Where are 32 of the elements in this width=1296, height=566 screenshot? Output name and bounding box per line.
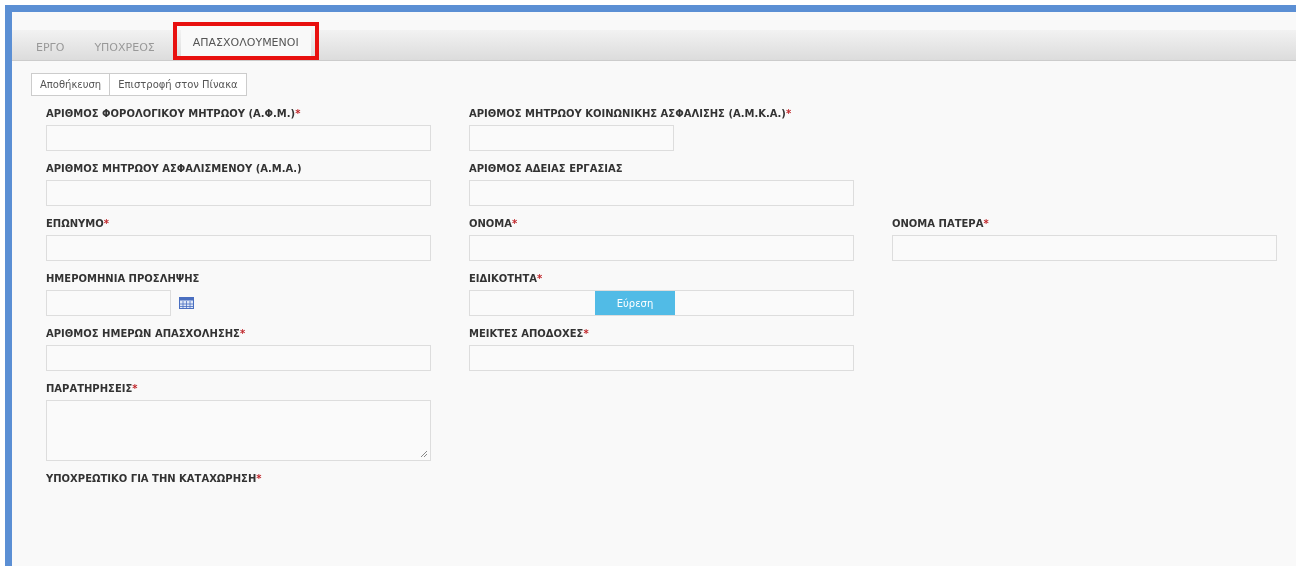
field-label: ΕΙΔΙΚΟΤΗΤΑ* <box>469 272 544 286</box>
back-button[interactable]: Επιστροφή στον Πίνακα <box>109 73 247 96</box>
tab[interactable]: ΕΡΓΟ <box>24 34 77 60</box>
input-field[interactable] <box>469 235 854 261</box>
input-field[interactable] <box>469 180 854 206</box>
field-label: ΑΡΙΘΜΟΣ ΑΔΕΙΑΣ ΕΡΓΑΣΙΑΣ <box>469 162 624 176</box>
lookup-field[interactable]: Εύρεση <box>469 290 854 316</box>
input-field[interactable] <box>469 125 674 151</box>
field-label: ΕΠΩΝΥΜΟ* <box>46 217 110 231</box>
calendar-icon[interactable] <box>179 297 194 309</box>
field-label: ΥΠΟΧΡΕΩΤΙΚΟ ΓΙΑ ΤΗΝ ΚΑΤΑΧΩΡΗΣΗ* <box>46 472 263 486</box>
field-label: ΑΡΙΘΜΟΣ ΜΗΤΡΩΟΥ ΑΣΦΑΛΙΣΜΕΝΟΥ (Α.Μ.Α.) <box>46 162 303 176</box>
input-field[interactable] <box>469 345 854 371</box>
input-field[interactable] <box>46 235 431 261</box>
input-field[interactable] <box>892 235 1277 261</box>
field-label: ΗΜΕΡΟΜΗΝΙΑ ΠΡΟΣΛΗΨΗΣ <box>46 272 201 286</box>
field-label: ΜΕΙΚΤΕΣ ΑΠΟΔΟΧΕΣ* <box>469 327 590 341</box>
search-button[interactable]: Εύρεση <box>595 291 675 315</box>
field-label: ΟΝΟΜΑ* <box>469 217 519 231</box>
input-field[interactable] <box>46 180 431 206</box>
field-label: ΟΝΟΜΑ ΠΑΤΕΡΑ* <box>892 217 990 231</box>
tab[interactable]: ΑΠΑΣΧΟΛΟΥΜΕΝΟΙ <box>180 28 311 56</box>
resize-handle-icon[interactable] <box>420 450 428 458</box>
field-label: ΑΡΙΘΜΟΣ ΗΜΕΡΩΝ ΑΠΑΣΧΟΛΗΣΗΣ* <box>46 327 247 341</box>
field-label: ΑΡΙΘΜΟΣ ΦΟΡΟΛΟΓΙΚΟΥ ΜΗΤΡΩΟΥ (Α.Φ.Μ.)* <box>46 107 302 121</box>
field-label: ΠΑΡΑΤΗΡΗΣΕΙΣ* <box>46 382 139 396</box>
tab[interactable]: ΥΠΟΧΡΕΟΣ <box>82 34 167 60</box>
input-field[interactable] <box>46 345 431 371</box>
input-field[interactable] <box>46 125 431 151</box>
save-button[interactable]: Αποθήκευση <box>31 73 111 96</box>
date-field[interactable] <box>46 290 171 316</box>
field-label: ΑΡΙΘΜΟΣ ΜΗΤΡΩΟΥ ΚΟΙΝΩΝΙΚΗΣ ΑΣΦΑΛΙΣΗΣ (Α.Μ.Κ.Α.)* <box>469 107 793 121</box>
